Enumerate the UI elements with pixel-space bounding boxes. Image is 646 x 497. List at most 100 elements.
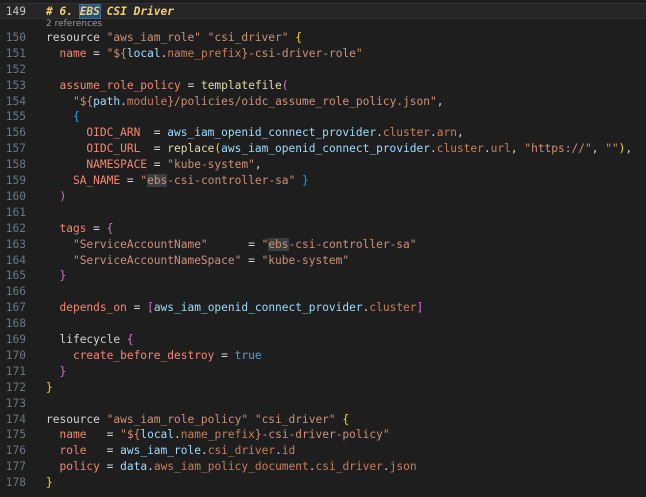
code-token: resource xyxy=(46,412,107,426)
code-line[interactable]: 150 resource "aws_iam_role" "csi_driver" … xyxy=(0,30,646,46)
code-line[interactable]: 154 "${path.module}/policies/oidc_assume… xyxy=(0,94,646,110)
code-token: data xyxy=(120,460,148,474)
code-text: lifecycle { xyxy=(46,332,133,348)
code-token: . xyxy=(120,94,127,108)
code-token: } xyxy=(302,174,309,187)
line-number: 154 xyxy=(5,94,26,108)
line-number: 162 xyxy=(5,221,26,235)
code-text: } xyxy=(46,475,53,491)
code-token: local xyxy=(140,428,175,442)
code-token: } xyxy=(59,364,67,378)
code-line[interactable]: 155 { xyxy=(0,109,646,125)
code-token: { xyxy=(295,30,302,44)
code-line[interactable]: 167 depends_on = [aws_iam_openid_connect… xyxy=(0,300,646,316)
code-token: = xyxy=(99,460,121,474)
code-line[interactable]: 177 policy = data.aws_iam_policy_documen… xyxy=(0,459,646,475)
code-text: { xyxy=(46,109,80,125)
code-token: cluster xyxy=(436,142,484,156)
code-line[interactable]: 171 } xyxy=(0,364,646,380)
code-token: = xyxy=(140,142,168,156)
code-line[interactable]: 175 name = "${local.name_prefix}-csi-dri… xyxy=(0,427,646,443)
code-token: } xyxy=(46,476,53,490)
code-line[interactable]: 178} xyxy=(0,475,646,491)
code-text: OIDC_URL = replace(aws_iam_openid_connec… xyxy=(46,141,632,157)
code-token: = xyxy=(86,428,121,442)
line-number: 170 xyxy=(5,348,26,362)
code-line[interactable]: 152 xyxy=(0,62,646,78)
code-token: module xyxy=(126,94,168,108)
code-line[interactable]: 151 name = "${local.name_prefix}-csi-dri… xyxy=(0,46,646,62)
code-token: = xyxy=(86,46,107,60)
code-line[interactable]: 158 NAMESPACE = "kube-system", xyxy=(0,157,646,173)
code-token: }-csi-driver-policy" xyxy=(254,428,390,442)
line-number: 164 xyxy=(5,253,26,267)
code-line[interactable]: 153 assume_role_policy = templatefile( xyxy=(0,78,646,94)
code-token: "${ xyxy=(106,46,127,60)
code-token: aws_iam_role xyxy=(120,444,201,458)
line-number: 159 xyxy=(5,174,26,187)
line-number: 163 xyxy=(5,237,26,251)
code-line[interactable]: 164 "ServiceAccountNameSpace" = "kube-sy… xyxy=(0,253,646,269)
code-line[interactable]: 159 SA_NAME = "ebs-csi-controller-sa" } xyxy=(0,173,646,189)
code-line[interactable]: 174 resource "aws_iam_role_policy" "csi_d… xyxy=(0,412,646,428)
code-token: = xyxy=(147,158,168,172)
code-line[interactable]: 160 ) xyxy=(0,189,646,205)
code-token: = xyxy=(180,78,201,92)
line-number: 157 xyxy=(5,142,26,156)
code-line[interactable]: 157 OIDC_URL = replace(aws_iam_openid_co… xyxy=(0,141,646,157)
code-token: local xyxy=(126,46,161,60)
code-token: . xyxy=(147,460,154,474)
code-token: } xyxy=(59,269,67,283)
code-token: = xyxy=(120,174,141,187)
code-token: templatefile xyxy=(200,78,282,92)
code-token: = xyxy=(86,444,121,458)
code-token: ebs xyxy=(147,174,168,187)
line-number: 173 xyxy=(5,396,26,410)
code-token: url xyxy=(490,142,511,156)
code-token: . xyxy=(174,428,181,442)
code-token: aws_iam_policy_document xyxy=(153,460,309,474)
line-number: 150 xyxy=(5,30,26,44)
code-token: policy xyxy=(59,460,100,474)
code-editor[interactable]: 149 # 6. EBS CSI Driver 2 references 150 res… xyxy=(0,0,646,497)
code-token: SA_NAME xyxy=(72,174,121,187)
code-text: resource "aws_iam_role_policy" "csi_driv… xyxy=(46,412,349,428)
code-line[interactable]: 166 xyxy=(0,284,646,300)
code-line[interactable]: 156 OIDC_ARN = aws_iam_openid_connect_pr… xyxy=(0,125,646,141)
code-line[interactable]: 163 "ServiceAccountName" = "ebs-csi-cont… xyxy=(0,237,646,253)
code-text: "${path.module}/policies/oidc_assume_rol… xyxy=(46,94,444,110)
line-number: 161 xyxy=(5,205,26,219)
code-line[interactable]: 173 xyxy=(0,396,646,412)
code-token: cluster xyxy=(369,301,417,315)
code-token: = xyxy=(86,221,107,235)
code-line[interactable]: 165 } xyxy=(0,268,646,284)
code-token: resource xyxy=(46,30,107,44)
code-token: "ServiceAccountName" xyxy=(72,237,208,251)
code-token: role xyxy=(59,444,87,458)
code-token: name xyxy=(59,428,87,442)
code-token: tags xyxy=(59,221,87,235)
line-number: 158 xyxy=(5,158,26,172)
code-line[interactable]: 170 create_before_destroy = true xyxy=(0,348,646,364)
code-line[interactable]: 172} xyxy=(0,380,646,396)
code-token: name xyxy=(59,46,87,60)
code-line[interactable]: 162 tags = { xyxy=(0,221,646,237)
code-line[interactable]: 169 lifecycle { xyxy=(0,332,646,348)
code-line[interactable]: 161 xyxy=(0,205,646,221)
code-token: = xyxy=(126,301,148,315)
code-line[interactable]: 176 role = aws_iam_role.csi_driver.id xyxy=(0,443,646,459)
code-line[interactable]: 168 xyxy=(0,316,646,332)
code-token: = xyxy=(140,126,168,140)
code-token: . xyxy=(308,460,316,474)
code-token: , xyxy=(254,158,262,172)
code-token: , xyxy=(456,126,464,140)
